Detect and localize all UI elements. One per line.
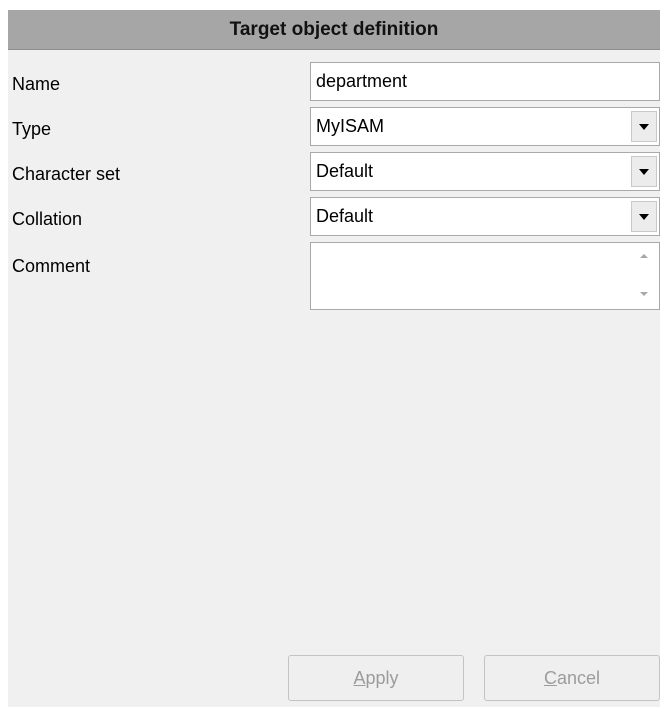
character-set-label: Character set [12,164,121,184]
chevron-down-icon [639,124,649,130]
chevron-down-icon [639,214,649,220]
collation-dropdown-button[interactable] [631,201,657,232]
apply-mnemonic: A [353,667,366,688]
cancel-mnemonic: C [543,667,557,688]
character-set-value: Default [316,161,374,181]
name-value: department [316,71,408,91]
chevron-down-icon [639,169,649,175]
character-set-dropdown-button[interactable] [631,156,657,187]
type-label: Type [12,119,52,139]
collation-label: Collation [12,209,83,229]
target-object-definition-panel: Target object definition Name department… [8,10,660,707]
cancel-button[interactable]: Cancel [484,655,660,701]
comment-textarea[interactable] [310,242,660,310]
panel-title: Target object definition [8,10,660,50]
type-value: MyISAM [316,116,385,136]
character-set-combobox[interactable]: Default [310,152,660,191]
apply-label: pply [365,667,399,688]
type-combobox[interactable]: MyISAM [310,107,660,146]
comment-label: Comment [12,256,91,276]
scroll-up-arrow-icon[interactable] [637,251,651,261]
collation-combobox[interactable]: Default [310,197,660,236]
collation-value: Default [316,206,374,226]
cancel-label: ancel [556,667,601,688]
name-label: Name [12,74,61,94]
apply-button[interactable]: Apply [288,655,464,701]
name-field[interactable]: department [310,62,660,101]
type-dropdown-button[interactable] [631,111,657,142]
scroll-down-arrow-icon[interactable] [637,289,651,299]
